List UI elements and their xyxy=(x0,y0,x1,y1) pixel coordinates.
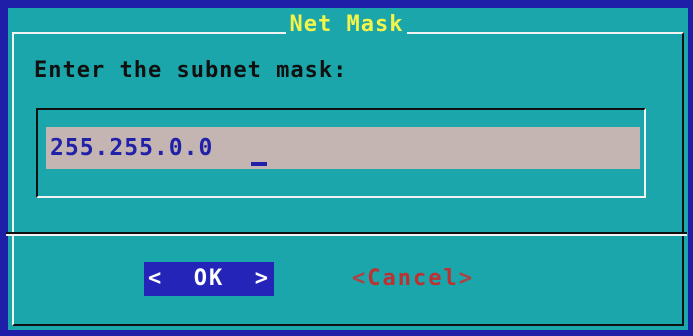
cancel-right-bracket: > xyxy=(458,266,474,291)
text-cursor xyxy=(251,162,267,166)
subnet-mask-input[interactable] xyxy=(46,127,640,169)
ok-left-bracket: < xyxy=(148,266,164,291)
ok-button[interactable]: < OK > xyxy=(144,262,274,296)
ok-right-bracket: > xyxy=(254,266,270,291)
cancel-left-bracket: < xyxy=(352,266,368,291)
ok-label: OK xyxy=(193,266,225,291)
button-divider xyxy=(6,232,687,236)
cancel-label: Cancel xyxy=(367,266,459,291)
cancel-button[interactable]: <Cancel> xyxy=(352,262,474,296)
subnet-mask-prompt: Enter the subnet mask: xyxy=(34,58,348,83)
